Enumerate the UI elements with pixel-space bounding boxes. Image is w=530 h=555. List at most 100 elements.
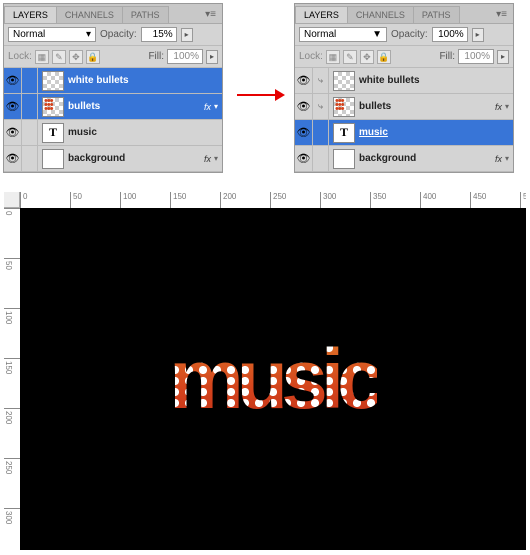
opacity-slider-icon[interactable]: ▸: [472, 28, 484, 42]
layer-name[interactable]: white bullets: [359, 75, 513, 86]
fx-expand-icon[interactable]: ▾: [505, 154, 513, 163]
fill-slider-icon[interactable]: ▸: [206, 50, 218, 64]
ruler-horizontal[interactable]: 050100150200250300350400450500: [20, 192, 526, 208]
document-canvas: 050100150200250300350400450500 050100150…: [4, 192, 526, 550]
layer-name[interactable]: music: [359, 127, 513, 138]
chevron-down-icon: ▼: [372, 29, 382, 40]
layer-thumbnail[interactable]: T: [42, 123, 64, 143]
lock-transparent-icon[interactable]: ▦: [35, 50, 49, 64]
fx-badge[interactable]: fx: [204, 102, 214, 112]
visibility-eye-icon[interactable]: 👁: [4, 68, 22, 94]
layer-thumbnail[interactable]: •••••••••: [42, 97, 64, 117]
layers-panel-right: LAYERS CHANNELS PATHS ▾≡ Normal▼ Opacity…: [294, 3, 514, 173]
ruler-tick: 300: [4, 508, 20, 524]
layer-row[interactable]: 👁 Tmusic: [295, 120, 513, 146]
fill-label: Fill:: [439, 51, 455, 62]
fill-input[interactable]: 100%: [458, 49, 494, 64]
layer-thumbnail[interactable]: [42, 71, 64, 91]
blend-opacity-row: Normal▼ Opacity: 100% ▸: [295, 24, 513, 46]
fx-expand-icon[interactable]: ▾: [214, 154, 222, 163]
link-column[interactable]: [22, 146, 38, 172]
blend-mode-dropdown[interactable]: Normal ▾: [8, 27, 96, 42]
visibility-eye-icon[interactable]: 👁: [4, 146, 22, 172]
lock-label: Lock:: [299, 51, 323, 62]
blend-mode-dropdown[interactable]: Normal ▼: [299, 27, 387, 42]
ruler-tick: 150: [170, 192, 186, 208]
lock-paint-icon[interactable]: ✎: [52, 50, 66, 64]
layer-name[interactable]: white bullets: [68, 75, 222, 86]
visibility-eye-icon[interactable]: 👁: [295, 94, 313, 120]
tab-channels[interactable]: CHANNELS: [347, 6, 414, 23]
panel-menu-icon[interactable]: ▾≡: [490, 6, 513, 23]
fill-label: Fill:: [148, 51, 164, 62]
canvas-viewport[interactable]: music: [20, 208, 526, 550]
blend-mode-value: Normal: [13, 29, 45, 40]
visibility-eye-icon[interactable]: 👁: [295, 120, 313, 146]
layer-name[interactable]: bullets: [359, 101, 495, 112]
chevron-down-icon: ▾: [86, 29, 91, 40]
fx-expand-icon[interactable]: ▾: [505, 102, 513, 111]
link-column[interactable]: [22, 94, 38, 120]
tab-layers[interactable]: LAYERS: [4, 6, 57, 23]
visibility-eye-icon[interactable]: 👁: [295, 68, 313, 94]
layer-row[interactable]: 👁 Tmusic: [4, 120, 222, 146]
fx-badge[interactable]: fx: [495, 154, 505, 164]
lock-all-icon[interactable]: 🔒: [377, 50, 391, 64]
opacity-input[interactable]: 100%: [432, 27, 468, 42]
lock-move-icon[interactable]: ✥: [69, 50, 83, 64]
tab-paths[interactable]: PATHS: [122, 6, 169, 23]
link-column[interactable]: [313, 120, 329, 146]
link-column[interactable]: [22, 68, 38, 94]
visibility-eye-icon[interactable]: 👁: [295, 146, 313, 172]
layer-name[interactable]: music: [68, 127, 222, 138]
arrow-icon: [235, 80, 285, 111]
fx-badge[interactable]: fx: [204, 154, 214, 164]
ruler-tick: 0: [4, 208, 20, 215]
layer-thumbnail[interactable]: [333, 71, 355, 91]
ruler-tick: 500: [520, 192, 526, 208]
visibility-eye-icon[interactable]: 👁: [4, 120, 22, 146]
layer-row[interactable]: 👁⤷ white bullets: [295, 68, 513, 94]
link-column[interactable]: [313, 146, 329, 172]
lock-all-icon[interactable]: 🔒: [86, 50, 100, 64]
fill-input[interactable]: 100%: [167, 49, 203, 64]
layer-row[interactable]: 👁⤷••••••••• bulletsfx▾: [295, 94, 513, 120]
link-column[interactable]: ⤷: [313, 68, 329, 94]
layer-thumbnail[interactable]: T: [333, 123, 355, 143]
fx-expand-icon[interactable]: ▾: [214, 102, 222, 111]
tab-paths[interactable]: PATHS: [413, 6, 460, 23]
lock-label: Lock:: [8, 51, 32, 62]
layer-row[interactable]: 👁 ••••••••• bulletsfx▾: [4, 94, 222, 120]
fx-badge[interactable]: fx: [495, 102, 505, 112]
opacity-slider-icon[interactable]: ▸: [181, 28, 193, 42]
blend-mode-value: Normal: [304, 29, 336, 40]
link-column[interactable]: ⤷: [313, 94, 329, 120]
lock-paint-icon[interactable]: ✎: [343, 50, 357, 64]
layers-list: 👁white bullets👁•••••••••bulletsfx▾👁Tmusi…: [4, 68, 222, 172]
ruler-tick: 100: [4, 308, 20, 324]
layer-name[interactable]: bullets: [68, 101, 204, 112]
layer-row[interactable]: 👁 white bullets: [4, 68, 222, 94]
ruler-tick: 300: [320, 192, 336, 208]
lock-move-icon[interactable]: ✥: [360, 50, 374, 64]
lock-transparent-icon[interactable]: ▦: [326, 50, 340, 64]
layer-thumbnail[interactable]: [42, 149, 64, 169]
ruler-tick: 350: [370, 192, 386, 208]
panel-menu-icon[interactable]: ▾≡: [199, 6, 222, 23]
layer-thumbnail[interactable]: [333, 149, 355, 169]
layer-name[interactable]: background: [68, 153, 204, 164]
ruler-tick: 200: [220, 192, 236, 208]
layer-thumbnail[interactable]: •••••••••: [333, 97, 355, 117]
link-column[interactable]: [22, 120, 38, 146]
layer-row[interactable]: 👁 backgroundfx▾: [295, 146, 513, 172]
ruler-tick: 50: [70, 192, 82, 208]
ruler-vertical[interactable]: 050100150200250300: [4, 208, 20, 550]
tab-channels[interactable]: CHANNELS: [56, 6, 123, 23]
ruler-tick: 450: [470, 192, 486, 208]
tab-layers[interactable]: LAYERS: [295, 6, 348, 23]
visibility-eye-icon[interactable]: 👁: [4, 94, 22, 120]
fill-slider-icon[interactable]: ▸: [497, 50, 509, 64]
opacity-input[interactable]: 15%: [141, 27, 177, 42]
layer-row[interactable]: 👁 backgroundfx▾: [4, 146, 222, 172]
layer-name[interactable]: background: [359, 153, 495, 164]
